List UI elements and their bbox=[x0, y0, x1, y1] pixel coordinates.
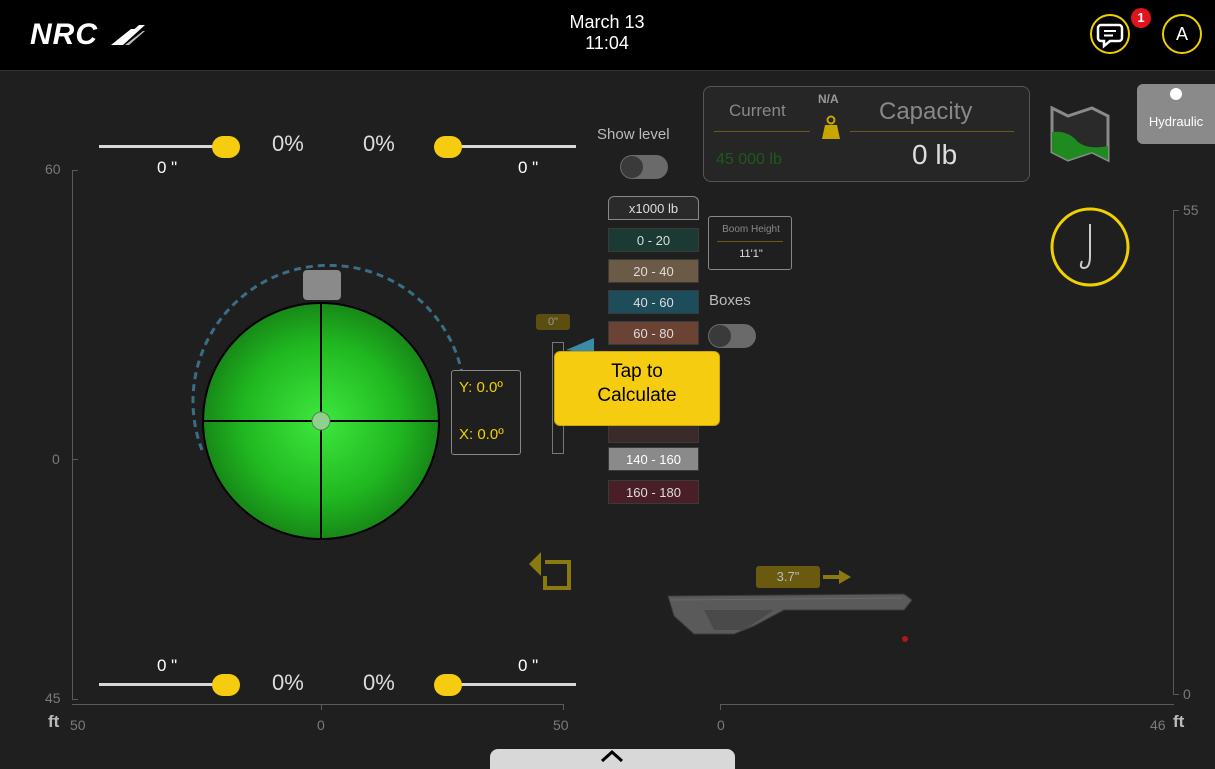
right-y-tick-label-bottom: 0 bbox=[1183, 686, 1191, 702]
slider-top-right-inch: 0 " bbox=[518, 158, 539, 177]
slider-top-left-pct: 0% bbox=[272, 131, 304, 156]
left-y-tick-label-bottom: 45 bbox=[45, 690, 61, 706]
capacity-value: 0 lb bbox=[912, 139, 958, 170]
boxes-label: Boxes bbox=[709, 292, 751, 309]
legend-item: 0 - 20 bbox=[608, 228, 699, 252]
hydraulic-indicator bbox=[1170, 88, 1182, 100]
slider-top-right-track[interactable] bbox=[446, 145, 576, 148]
indicator-tag: 0" bbox=[536, 314, 570, 330]
level-gauge bbox=[191, 263, 467, 540]
hook-icon[interactable] bbox=[1049, 206, 1131, 288]
level-y-label: Y: 0.0º bbox=[459, 379, 503, 396]
slider-top-right-thumb[interactable] bbox=[434, 136, 462, 158]
left-x-tick-mid bbox=[321, 704, 322, 710]
cab-shape bbox=[303, 270, 341, 300]
left-y-axis bbox=[72, 170, 73, 700]
hydraulic-button[interactable]: Hydraulic bbox=[1137, 84, 1215, 144]
show-level-toggle[interactable] bbox=[620, 155, 668, 179]
chat-icon bbox=[1096, 23, 1124, 49]
right-x-tick-label-right: 46 bbox=[1150, 717, 1166, 733]
slider-bottom-right-track[interactable] bbox=[446, 683, 576, 686]
current-divider bbox=[714, 131, 810, 132]
nrc-logo: NRC bbox=[30, 18, 146, 52]
bottom-drawer-handle[interactable] bbox=[490, 749, 735, 769]
slider-bottom-right-pct: 0% bbox=[363, 670, 395, 695]
boom-length-tag: 3.7" bbox=[756, 566, 820, 588]
slider-bottom-left-thumb[interactable] bbox=[212, 674, 240, 696]
right-y-tick-top bbox=[1173, 210, 1179, 211]
slider-top-left-inch: 0 " bbox=[157, 158, 178, 177]
slider-bottom-left-track[interactable] bbox=[99, 683, 229, 686]
calculate-line1: Tap to bbox=[611, 361, 663, 382]
current-value: 45 000 lb bbox=[716, 151, 782, 168]
level-readout: Y: 0.0º X: 0.0º bbox=[451, 370, 521, 455]
calculate-button[interactable]: Tap to Calculate bbox=[554, 351, 720, 426]
logo-stripes-icon bbox=[111, 25, 146, 46]
level-x-label: X: 0.0º bbox=[459, 426, 504, 443]
boom-height-box: Boom Height 11'1" bbox=[708, 216, 792, 270]
legend-item: 140 - 160 bbox=[608, 447, 699, 471]
notification-badge: 1 bbox=[1131, 8, 1151, 28]
right-y-axis bbox=[1173, 210, 1174, 695]
legend-item: 20 - 40 bbox=[608, 259, 699, 283]
boxes-toggle-knob bbox=[709, 325, 731, 347]
slider-bottom-right-thumb[interactable] bbox=[434, 674, 462, 696]
right-x-tick-left bbox=[720, 704, 721, 710]
capacity-panel: Current 45 000 lb N/A Capacity 0 lb bbox=[703, 86, 1030, 182]
boom-height-value: 11'1" bbox=[739, 248, 763, 260]
capacity-divider bbox=[850, 131, 1014, 132]
legend-item: 40 - 60 bbox=[608, 290, 699, 314]
right-y-tick-label-top: 55 bbox=[1183, 202, 1199, 218]
left-y-tick-label-mid: 0 bbox=[52, 451, 60, 467]
hydraulic-label: Hydraulic bbox=[1148, 114, 1204, 129]
slider-top-left-thumb[interactable] bbox=[212, 136, 240, 158]
boom-tip-marker bbox=[902, 636, 908, 642]
left-x-tick-right bbox=[563, 704, 564, 710]
slider-top-right-pct: 0% bbox=[363, 131, 395, 156]
show-level-toggle-knob bbox=[621, 156, 643, 178]
slider-bottom-right-inch: 0 " bbox=[518, 656, 539, 675]
calculate-line2: Calculate bbox=[597, 385, 677, 406]
left-y-tick-label-top: 60 bbox=[45, 161, 61, 177]
chevron-up-icon bbox=[600, 749, 624, 763]
capacity-label: Capacity bbox=[879, 98, 973, 125]
logo-text: NRC bbox=[30, 18, 98, 51]
left-x-tick-label-left: 50 bbox=[70, 717, 86, 733]
right-x-axis bbox=[720, 704, 1174, 705]
legend-item: 160 - 180 bbox=[608, 480, 699, 504]
time-label: 11:04 bbox=[585, 33, 629, 53]
bubble-dot bbox=[311, 411, 331, 431]
slider-top-left-track[interactable] bbox=[99, 145, 229, 148]
left-y-tick-mid bbox=[72, 459, 78, 460]
date-label: March 13 bbox=[569, 12, 645, 32]
left-y-tick-top bbox=[72, 170, 78, 171]
left-x-tick-label-mid: 0 bbox=[317, 717, 325, 733]
boom-height-label: Boom Height bbox=[722, 224, 780, 235]
show-level-label: Show level bbox=[597, 126, 670, 143]
left-y-tick-bottom bbox=[72, 699, 78, 700]
boom-side-view bbox=[667, 593, 913, 642]
right-x-unit: ft bbox=[1173, 712, 1185, 731]
left-x-unit: ft bbox=[48, 712, 60, 731]
boxes-toggle[interactable] bbox=[708, 324, 756, 348]
left-x-tick-label-right: 50 bbox=[553, 717, 569, 733]
date-time: March 13 11:04 bbox=[507, 12, 707, 54]
slider-bottom-left-inch: 0 " bbox=[157, 656, 178, 675]
slider-bottom-left-pct: 0% bbox=[272, 670, 304, 695]
right-x-tick-label-left: 0 bbox=[717, 717, 725, 733]
rotate-view-icon[interactable] bbox=[527, 550, 577, 592]
avatar[interactable]: A bbox=[1162, 14, 1202, 54]
legend-item: 60 - 80 bbox=[608, 321, 699, 345]
chat-button[interactable] bbox=[1090, 14, 1130, 54]
current-label: Current bbox=[729, 101, 786, 120]
load-chart-icon[interactable] bbox=[1048, 102, 1112, 166]
weight-icon bbox=[822, 115, 840, 139]
boom-height-divider bbox=[717, 241, 783, 242]
arrow-right-icon bbox=[823, 570, 851, 584]
na-label: N/A bbox=[818, 92, 839, 106]
left-x-axis bbox=[72, 704, 564, 705]
legend-header: x1000 lb bbox=[608, 196, 699, 220]
right-y-tick-bottom bbox=[1173, 694, 1179, 695]
